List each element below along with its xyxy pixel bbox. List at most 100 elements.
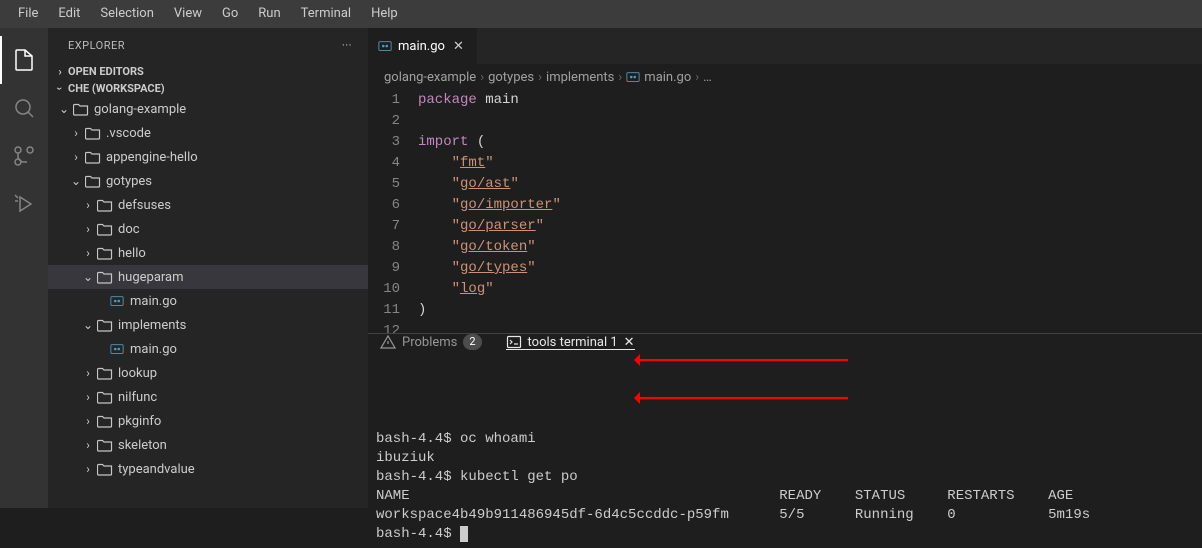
tree-label: hugeparam [118,270,184,285]
code-line[interactable]: "go/token" [418,237,1202,258]
breadcrumb-item[interactable]: … [703,70,712,85]
folder-pkginfo[interactable]: ›pkginfo [48,409,368,433]
menu-run[interactable]: Run [248,0,290,28]
breadcrumb-item[interactable]: main.go [626,70,691,85]
workspace-section[interactable]: › CHE (WORKSPACE) [48,80,368,97]
chevron-icon: ⌄ [56,102,72,116]
code-line[interactable]: ) [418,300,1202,321]
code-line[interactable]: "go/importer" [418,195,1202,216]
folder-defsuses[interactable]: › defsuses [48,193,368,217]
chevron-icon: › [80,222,96,236]
code-line[interactable] [418,111,1202,132]
code-line[interactable]: import ( [418,132,1202,153]
code-line[interactable]: "go/ast" [418,174,1202,195]
close-icon[interactable]: ✕ [451,39,466,54]
tree-label: main.go [130,342,177,357]
problems-tab[interactable]: Problems 2 [380,334,482,350]
menu-file[interactable]: File [8,0,48,28]
folder-appengine-hello[interactable]: › appengine-hello [48,145,368,169]
terminal-line: bash-4.4$ [376,525,1194,544]
tree-label: .vscode [106,126,151,141]
chevron-icon: › [80,462,96,476]
code-line[interactable]: package main [418,90,1202,111]
code-line[interactable]: "go/parser" [418,216,1202,237]
terminal-line: ibuziuk [376,449,1194,468]
breadcrumbs[interactable]: golang-example›gotypes›implements›main.g… [368,64,1202,90]
menubar: FileEditSelectionViewGoRunTerminalHelp [0,0,1202,28]
folder-icon [96,389,114,405]
folder-typeandvalue[interactable]: › typeandvalue [48,457,368,481]
folder-doc[interactable]: › doc [48,217,368,241]
folder-gotypes[interactable]: ⌄gotypes [48,169,368,193]
terminal-tab[interactable]: tools terminal 1 ✕ [506,334,635,350]
tree-label: doc [118,222,140,237]
open-editors-section[interactable]: › OPEN EDITORS [48,63,368,80]
file-main-go[interactable]: main.go [48,289,368,313]
code-line[interactable] [418,321,1202,333]
source-control-icon[interactable] [0,132,48,180]
chevron-icon: › [80,390,96,404]
tree-label: nilfunc [118,390,157,405]
tree-label: skeleton [118,438,167,453]
debug-icon[interactable] [0,180,48,228]
chevron-icon: › [68,126,84,140]
folder-icon [96,269,114,285]
go-file-icon [378,39,392,53]
tree-label: hello [118,246,146,261]
terminal-line: workspace4b49b911486945df-6d4c5ccddc-p59… [376,506,1194,525]
sidebar-more-icon[interactable]: ··· [342,39,352,52]
chevron-icon: › [80,198,96,212]
menu-go[interactable]: Go [212,0,248,28]
breadcrumb-item[interactable]: gotypes [488,70,534,85]
folder-lookup[interactable]: ›lookup [48,361,368,385]
folder-nilfunc[interactable]: › nilfunc [48,385,368,409]
terminal-output[interactable]: bash-4.4$ oc whoamiibuziukbash-4.4$ kube… [368,350,1202,548]
tree-label: gotypes [106,174,152,189]
menu-view[interactable]: View [164,0,212,28]
tab-main-go[interactable]: main.go ✕ [368,28,478,64]
chevron-right-icon: › [480,70,484,85]
folder-hello[interactable]: ›hello [48,241,368,265]
tree-label: defsuses [118,198,171,213]
code-line[interactable]: "fmt" [418,153,1202,174]
tree-label: appengine-hello [106,150,198,165]
terminal-cursor [460,526,468,542]
chevron-icon: › [68,150,84,164]
tree-label: golang-example [94,102,186,117]
tree-label: typeandvalue [118,462,195,477]
tree-label: lookup [118,366,157,381]
folder-icon [96,317,114,333]
folder--vscode[interactable]: › .vscode [48,121,368,145]
terminal-line: bash-4.4$ oc whoami [376,430,1194,449]
menu-edit[interactable]: Edit [48,0,90,28]
code-content[interactable]: package main import ( "fmt" "go/ast" "go… [418,90,1202,333]
go-file-icon [626,70,640,84]
breadcrumb-item[interactable]: golang-example [384,70,476,85]
search-icon[interactable] [0,84,48,132]
folder-icon [84,173,102,189]
chevron-right-icon: › [52,65,68,78]
folder-skeleton[interactable]: ›skeleton [48,433,368,457]
close-icon[interactable]: ✕ [624,335,635,350]
folder-hugeparam[interactable]: ⌄hugeparam [48,265,368,289]
breadcrumb-item[interactable]: implements [546,70,614,85]
line-gutter: 123456789101112 [368,90,418,333]
folder-icon [96,245,114,261]
explorer-icon[interactable] [0,36,48,84]
file-main-go[interactable]: main.go [48,337,368,361]
code-line[interactable]: "go/types" [418,258,1202,279]
menu-selection[interactable]: Selection [90,0,163,28]
sidebar-title: EXPLORER [68,39,125,52]
chevron-right-icon: › [695,70,699,85]
code-line[interactable]: "log" [418,279,1202,300]
menu-help[interactable]: Help [361,0,408,28]
tree-label: pkginfo [118,414,161,429]
code-editor[interactable]: 123456789101112 package main import ( "f… [368,90,1202,333]
annotation-arrow [638,397,848,399]
chevron-icon: ⌄ [80,318,96,332]
folder-golang-example[interactable]: ⌄ golang-example [48,97,368,121]
menu-terminal[interactable]: Terminal [291,0,361,28]
folder-implements[interactable]: ⌄implements [48,313,368,337]
folder-icon [96,221,114,237]
terminal-line: NAME READY STATUS RESTARTS AGE [376,487,1194,506]
